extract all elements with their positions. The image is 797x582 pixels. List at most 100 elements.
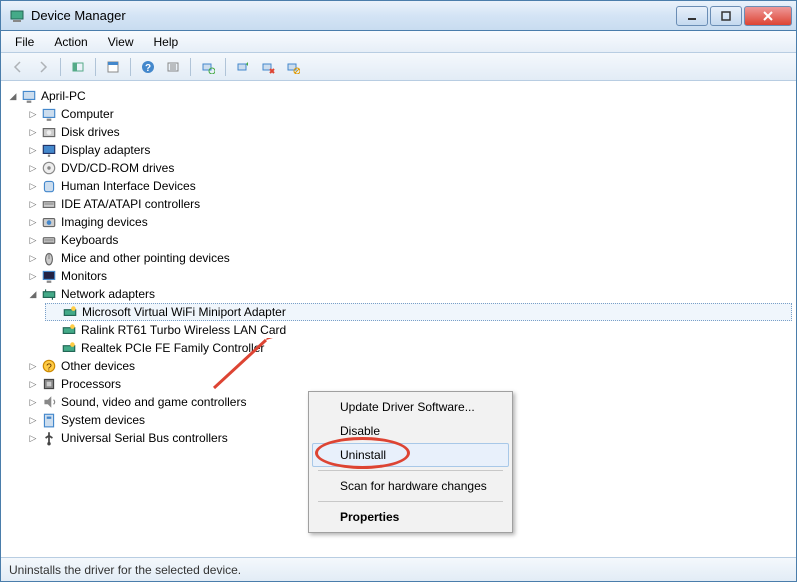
tree-label: System devices [61, 413, 145, 427]
context-menu-item[interactable]: Scan for hardware changes [312, 474, 509, 498]
help-button[interactable]: ? [137, 56, 159, 78]
tree-category-item[interactable]: ▷ Keyboards [25, 231, 792, 249]
expand-icon[interactable]: ▷ [27, 216, 39, 228]
mouse-icon [41, 250, 57, 266]
computer-icon [41, 106, 57, 122]
toolbar-separator [130, 58, 131, 76]
tree-label: Mice and other pointing devices [61, 251, 230, 265]
tree-device-item[interactable]: Realtek PCIe FE Family Controller [45, 339, 792, 357]
usb-icon [41, 430, 57, 446]
expand-icon[interactable]: ▷ [27, 162, 39, 174]
tree-category-item[interactable]: ▷Display adapters [25, 141, 792, 159]
other-icon: ? [41, 358, 57, 374]
expand-icon[interactable]: ▷ [27, 360, 39, 372]
device-manager-window: Device Manager File Action View Help ? ◢… [0, 0, 797, 582]
tree-category-item[interactable]: ▷ Computer [25, 105, 792, 123]
expand-icon[interactable]: ▷ [27, 414, 39, 426]
context-menu: Update Driver Software...DisableUninstal… [308, 391, 513, 533]
maximize-button[interactable] [710, 6, 742, 26]
tree-category-item[interactable]: ▷ Disk drives [25, 123, 792, 141]
tree-label: Sound, video and game controllers [61, 395, 246, 409]
tree-device-item[interactable]: Ralink RT61 Turbo Wireless LAN Card [45, 321, 792, 339]
close-button[interactable] [744, 6, 792, 26]
context-menu-item[interactable]: Disable [312, 419, 509, 443]
update-driver-button[interactable] [232, 56, 254, 78]
tree-label: Keyboards [61, 233, 118, 247]
context-menu-item[interactable]: Properties [312, 505, 509, 529]
expand-icon[interactable]: ▷ [27, 432, 39, 444]
expand-icon[interactable]: ▷ [27, 252, 39, 264]
tree-label: April-PC [41, 89, 86, 103]
monitor-icon [41, 268, 57, 284]
expand-icon[interactable]: ▷ [27, 144, 39, 156]
tree-category-item[interactable]: ▷ Mice and other pointing devices [25, 249, 792, 267]
menubar: File Action View Help [1, 31, 796, 53]
context-menu-item[interactable]: Uninstall [312, 443, 509, 467]
tree-label: Monitors [61, 269, 107, 283]
tree-label: Processors [61, 377, 121, 391]
menu-help[interactable]: Help [144, 33, 189, 51]
tree-label: Imaging devices [61, 215, 148, 229]
expand-icon[interactable]: ▷ [27, 108, 39, 120]
tree-category-item[interactable]: ◢ Network adapters [25, 285, 792, 303]
tree-device-item[interactable]: Microsoft Virtual WiFi Miniport Adapter [45, 303, 792, 321]
tree-pane[interactable]: ◢April-PC▷Computer▷Disk drives▷Display a… [1, 81, 796, 557]
uninstall-button[interactable] [257, 56, 279, 78]
menu-view[interactable]: View [98, 33, 144, 51]
tree-root-item[interactable]: ◢ April-PC [5, 87, 792, 105]
properties-button[interactable] [102, 56, 124, 78]
show-hide-console-button[interactable] [67, 56, 89, 78]
back-button[interactable] [7, 56, 29, 78]
toolbar: ? [1, 53, 796, 81]
disable-button[interactable] [282, 56, 304, 78]
tree-label: IDE ATA/ATAPI controllers [61, 197, 200, 211]
tree-label: Other devices [61, 359, 135, 373]
window-controls [676, 6, 792, 26]
statusbar: Uninstalls the driver for the selected d… [1, 557, 796, 581]
menu-action[interactable]: Action [44, 33, 97, 51]
expand-icon[interactable]: ▷ [27, 378, 39, 390]
expand-icon[interactable]: ▷ [27, 234, 39, 246]
tree-category-item[interactable]: ▷ IDE ATA/ATAPI controllers [25, 195, 792, 213]
action-button[interactable] [162, 56, 184, 78]
system-icon [41, 412, 57, 428]
app-icon [9, 8, 25, 24]
context-menu-separator [318, 470, 503, 471]
minimize-button[interactable] [676, 6, 708, 26]
expand-icon[interactable]: ▷ [27, 198, 39, 210]
expand-icon[interactable]: ▷ [27, 126, 39, 138]
tree-label: Network adapters [61, 287, 155, 301]
hid-icon [41, 178, 57, 194]
expand-icon[interactable]: ▷ [27, 270, 39, 282]
imaging-icon [41, 214, 57, 230]
expand-icon[interactable]: ▷ [27, 396, 39, 408]
collapse-icon[interactable]: ◢ [27, 288, 39, 300]
menu-file[interactable]: File [5, 33, 44, 51]
svg-text:?: ? [46, 363, 52, 374]
ide-icon [41, 196, 57, 212]
tree-label: Disk drives [61, 125, 120, 139]
forward-button[interactable] [32, 56, 54, 78]
context-menu-separator [318, 501, 503, 502]
disk-icon [41, 124, 57, 140]
tree-category-item[interactable]: ▷DVD/CD-ROM drives [25, 159, 792, 177]
spacer [47, 342, 59, 354]
tree-category-item[interactable]: ▷? Other devices [25, 357, 792, 375]
toolbar-separator [190, 58, 191, 76]
expand-icon[interactable]: ▷ [27, 180, 39, 192]
collapse-icon[interactable]: ◢ [7, 90, 19, 102]
scan-hardware-button[interactable] [197, 56, 219, 78]
tree-category-item[interactable]: ▷ Imaging devices [25, 213, 792, 231]
dvd-icon [41, 160, 57, 176]
titlebar[interactable]: Device Manager [1, 1, 796, 31]
status-text: Uninstalls the driver for the selected d… [9, 563, 241, 577]
tree-label: Universal Serial Bus controllers [61, 431, 228, 445]
tree-category-item[interactable]: ▷Human Interface Devices [25, 177, 792, 195]
keyboard-icon [41, 232, 57, 248]
tree-category-item[interactable]: ▷ Monitors [25, 267, 792, 285]
tree-label: Computer [61, 107, 114, 121]
toolbar-separator [60, 58, 61, 76]
spacer [48, 306, 60, 318]
context-menu-item[interactable]: Update Driver Software... [312, 395, 509, 419]
tree-label: Ralink RT61 Turbo Wireless LAN Card [81, 323, 286, 337]
